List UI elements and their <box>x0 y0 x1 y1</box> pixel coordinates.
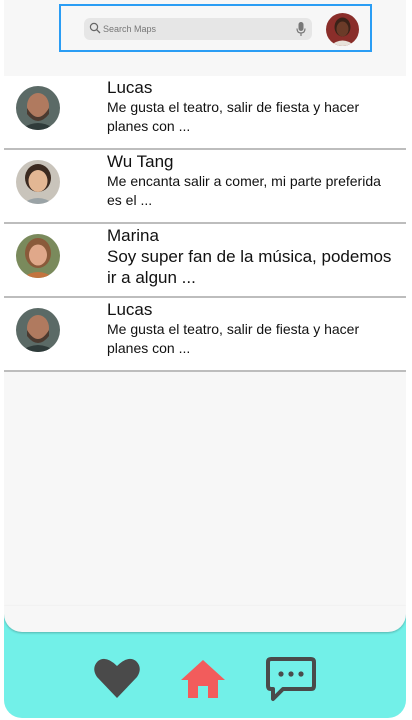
messages-button[interactable] <box>265 656 317 707</box>
contact-name: Marina <box>107 226 159 245</box>
heart-icon <box>94 658 140 698</box>
message-preview: Me gusta el teatro, salir de fiesta y ha… <box>107 99 360 134</box>
bottom-nav <box>4 606 406 718</box>
conversation-row[interactable]: Marina Soy super fan de la música, podem… <box>4 224 406 298</box>
profile-avatar[interactable] <box>326 13 359 46</box>
home-icon <box>181 660 225 698</box>
chat-icon <box>266 657 316 701</box>
search-area <box>59 4 372 52</box>
contact-name: Lucas <box>107 300 153 319</box>
avatar <box>16 160 60 204</box>
search-icon <box>89 22 101 34</box>
avatar <box>16 86 60 130</box>
home-button[interactable] <box>179 656 227 705</box>
conversation-row[interactable]: Lucas Me gusta el teatro, salir de fiest… <box>4 76 406 150</box>
search-input[interactable] <box>103 18 283 40</box>
message-preview: Me encanta salir a comer, mi parte prefe… <box>107 173 381 208</box>
contact-name: Wu Tang <box>107 152 174 171</box>
content-bottom-edge <box>4 606 406 632</box>
phone-screen: Lucas Me gusta el teatro, salir de fiest… <box>4 0 406 718</box>
favorites-button[interactable] <box>93 656 141 705</box>
message-preview: Me gusta el teatro, salir de fiesta y ha… <box>107 321 360 356</box>
contact-name: Lucas <box>107 78 153 97</box>
message-preview: Soy super fan de la música, podemos ir a… <box>107 247 392 287</box>
avatar <box>16 234 60 278</box>
conversation-row[interactable]: Wu Tang Me encanta salir a comer, mi par… <box>4 150 406 224</box>
microphone-icon[interactable] <box>295 21 307 37</box>
avatar <box>16 308 60 352</box>
search-bar[interactable] <box>84 18 312 40</box>
conversation-list: Lucas Me gusta el teatro, salir de fiest… <box>4 76 406 372</box>
conversation-row[interactable]: Lucas Me gusta el teatro, salir de fiest… <box>4 298 406 372</box>
